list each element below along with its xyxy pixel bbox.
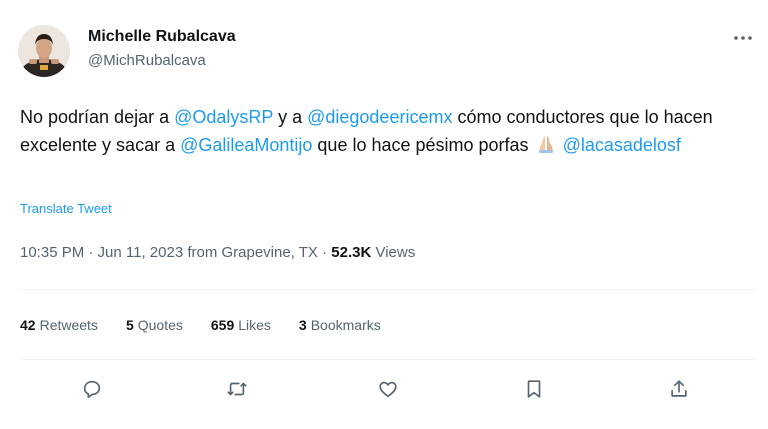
bookmarks-count: 3 — [298, 317, 307, 333]
tweet-text-part: que lo hace pésimo porfas — [312, 135, 534, 155]
retweet-button[interactable] — [220, 372, 254, 406]
retweet-icon — [227, 382, 247, 396]
quotes-count: 5 — [125, 317, 134, 333]
bookmarks-label: Bookmarks — [310, 317, 381, 333]
reply-button[interactable] — [75, 372, 109, 406]
reply-icon — [83, 380, 101, 399]
mention-link[interactable]: @diegodeericemx — [307, 107, 452, 127]
folded-hands-icon — [536, 134, 556, 162]
bookmark-icon — [527, 380, 541, 398]
views-count: 52.3K — [331, 244, 372, 261]
translate-tweet-link[interactable]: Translate Tweet — [20, 201, 112, 216]
avatar-photo — [18, 25, 70, 77]
avatar[interactable] — [18, 25, 70, 77]
like-button[interactable] — [371, 372, 405, 406]
mention-link[interactable]: @lacasadelosf — [563, 135, 681, 155]
likes-label: Likes — [238, 317, 271, 333]
divider — [20, 359, 755, 360]
more-icon — [734, 36, 752, 40]
tweet-actions — [0, 372, 768, 406]
mention-link[interactable]: @OdalysRP — [174, 107, 273, 127]
timestamp-location[interactable]: 10:35 PM · Jun 11, 2023 from Grapevine, … — [20, 244, 331, 261]
retweets-label: Retweets — [39, 317, 98, 333]
share-button[interactable] — [662, 372, 696, 406]
bookmarks-stat[interactable]: 3 Bookmarks — [299, 317, 381, 333]
retweets-stat[interactable]: 42 Retweets — [20, 317, 98, 333]
tweet-card: Michelle Rubalcava @MichRubalcava No pod… — [0, 0, 768, 429]
divider — [20, 289, 755, 290]
tweet-meta: 10:35 PM · Jun 11, 2023 from Grapevine, … — [20, 244, 415, 261]
tweet-text-part: No podrían dejar a — [20, 107, 175, 127]
likes-stat[interactable]: 659 Likes — [211, 317, 271, 333]
tweet-text-part: y a — [273, 107, 308, 127]
tweet-stats: 42 Retweets 5 Quotes 659 Likes 3 Bookmarks — [20, 317, 381, 333]
more-options-button[interactable] — [726, 24, 760, 52]
bookmark-button[interactable] — [517, 372, 551, 406]
retweets-count: 42 — [20, 317, 36, 333]
quotes-label: Quotes — [137, 317, 183, 333]
views-label: Views — [371, 244, 416, 261]
mention-link[interactable]: @GalileaMontijo — [180, 135, 312, 155]
author-name[interactable]: Michelle Rubalcava — [88, 28, 236, 46]
author-handle[interactable]: @MichRubalcava — [88, 52, 206, 69]
like-icon — [379, 381, 397, 398]
tweet-text: No podrían dejar a @OdalysRP y a @diegod… — [20, 103, 755, 162]
quotes-stat[interactable]: 5 Quotes — [126, 317, 183, 333]
share-icon — [671, 380, 687, 397]
likes-count: 659 — [210, 317, 235, 333]
